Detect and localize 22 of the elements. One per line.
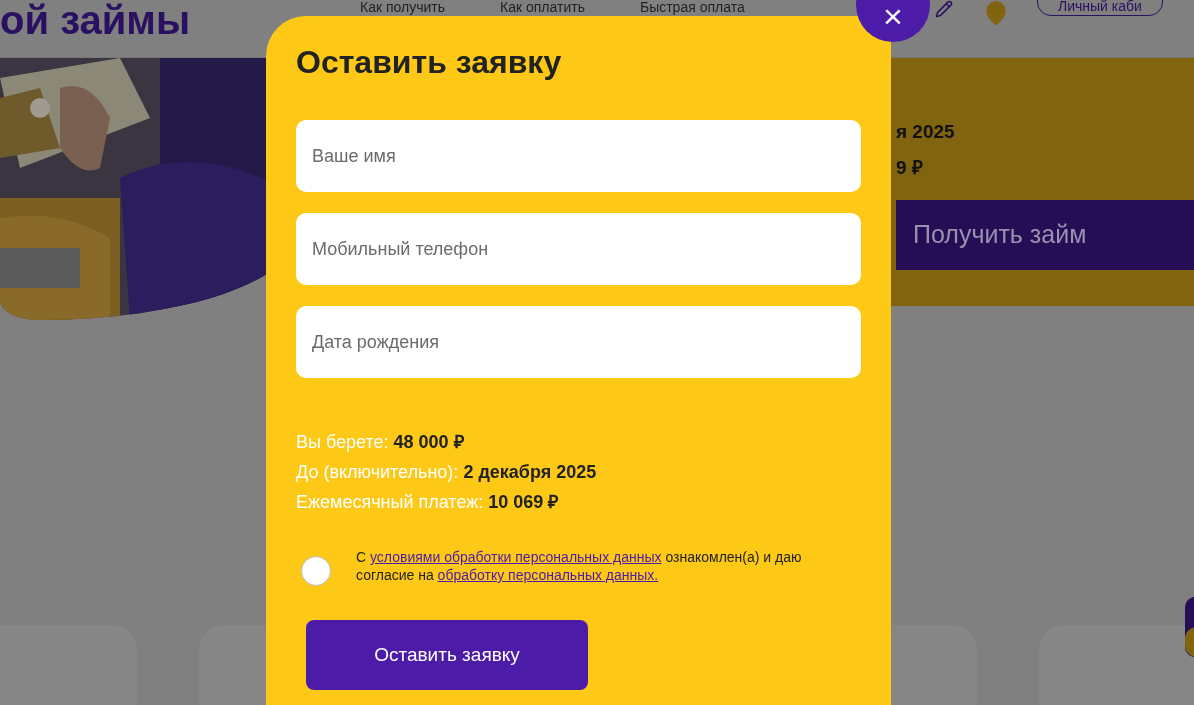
consent-link[interactable]: обработку персональных данных. <box>437 567 659 583</box>
nav-link[interactable]: Как оплатить <box>500 0 585 14</box>
input-field[interactable]: Мобильный телефон <box>296 213 861 285</box>
terms-link[interactable]: условиями обработки персональных данных <box>370 549 662 565</box>
input-field[interactable]: Ваше имя <box>296 120 861 192</box>
get-loan-button[interactable]: Получить займ <box>896 200 1194 270</box>
summary-text: 9 ₽ <box>896 158 924 177</box>
consent-checkbox[interactable] <box>301 556 331 586</box>
modal-title: Оставить заявку <box>296 43 563 82</box>
site-heading: ой займы <box>0 0 191 42</box>
close-button[interactable]: × <box>856 0 930 42</box>
pencil-icon[interactable] <box>935 0 953 18</box>
summary-line: До (включительно): 2 декабря 2025 <box>296 461 598 484</box>
summary-line: Ежемесячный платеж: 10 069 ₽ <box>296 491 560 514</box>
summary-text: я 2025 <box>896 122 956 141</box>
nav-link[interactable]: Быстрая оплата <box>639 0 745 14</box>
summary-line: Вы берете: 48 000 ₽ <box>296 431 465 454</box>
input-field[interactable]: Дата рождения <box>296 306 861 378</box>
nav-link[interactable]: Как получить <box>360 0 445 14</box>
submit-button[interactable]: Оставить заявку <box>306 620 588 690</box>
consent-text: С условиями обработки персональных данных ознакомлен(а) и даю согласие на обработку персональных данных. <box>356 548 803 584</box>
account-button[interactable]: Личный каби <box>1037 0 1163 16</box>
